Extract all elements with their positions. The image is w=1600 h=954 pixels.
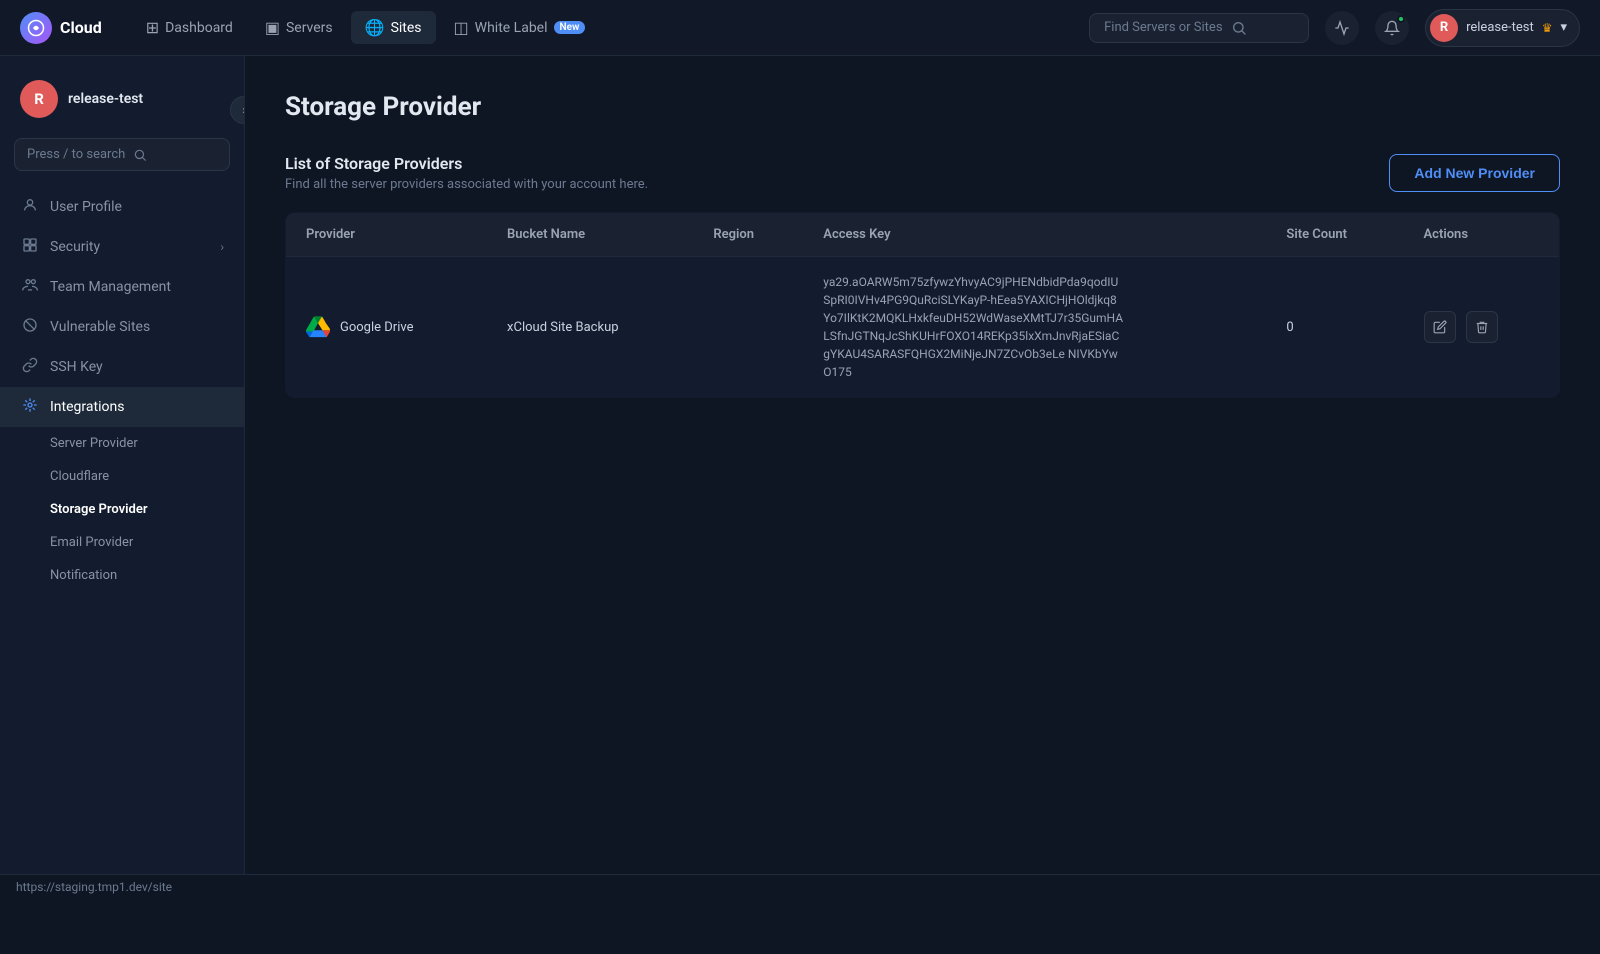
provider-header: List of Storage Providers Find all the s… <box>285 154 1560 192</box>
sidebar-item-user-profile[interactable]: User Profile <box>0 187 244 227</box>
crown-icon: ♛ <box>1542 21 1553 35</box>
sidebar-user: R release-test <box>0 72 244 138</box>
search-placeholder-text: Find Servers or Sites <box>1104 20 1222 35</box>
notification-dot <box>1397 15 1405 23</box>
nav-dashboard[interactable]: ⊞ Dashboard <box>132 11 247 44</box>
col-provider: Provider <box>286 213 488 257</box>
logo-text: Cloud <box>60 18 102 37</box>
col-actions: Actions <box>1404 213 1560 257</box>
add-provider-button[interactable]: Add New Provider <box>1389 154 1560 192</box>
chevron-right-icon: › <box>220 240 224 254</box>
section-title: List of Storage Providers <box>285 154 648 173</box>
table-row: Google Drive xCloud Site Backup ya29.aOA… <box>286 257 1560 398</box>
vulnerable-icon <box>20 317 40 337</box>
new-badge: New <box>554 21 586 34</box>
access-key-text: ya29.aOARW5m75zfywzYhvyAC9jPHENdbidPda9q… <box>823 273 1123 381</box>
sidebar-username: release-test <box>68 91 143 107</box>
nav-items: ⊞ Dashboard ▣ Servers 🌐 Sites ◫ White La… <box>132 11 1089 44</box>
action-buttons <box>1424 311 1540 343</box>
user-avatar: R <box>1430 14 1458 42</box>
sidebar-sub-menu: Server Provider Cloudflare Storage Provi… <box>0 427 244 592</box>
nav-servers[interactable]: ▣ Servers <box>251 11 347 44</box>
col-access-key: Access Key <box>803 213 1266 257</box>
search-icon <box>133 148 147 162</box>
user-dropdown-icon: ▾ <box>1560 20 1567 35</box>
provider-header-left: List of Storage Providers Find all the s… <box>285 154 648 192</box>
provider-cell: Google Drive <box>286 257 488 398</box>
user-name: release-test <box>1466 20 1534 35</box>
user-menu[interactable]: R release-test ♛ ▾ <box>1425 9 1580 47</box>
notifications-btn[interactable] <box>1375 11 1409 45</box>
bucket-name-cell: xCloud Site Backup <box>487 257 693 398</box>
trash-icon <box>1475 320 1489 334</box>
sidebar-item-integrations[interactable]: Integrations <box>0 387 244 427</box>
sidebar-subitem-notification[interactable]: Notification <box>50 559 244 592</box>
sidebar-avatar: R <box>20 80 58 118</box>
dashboard-icon: ⊞ <box>146 18 159 37</box>
activity-icon-btn[interactable] <box>1325 11 1359 45</box>
section-desc: Find all the server providers associated… <box>285 177 648 192</box>
sidebar-nav: User Profile Security › <box>0 187 244 882</box>
sidebar-subitem-cloudflare[interactable]: Cloudflare <box>50 460 244 493</box>
sidebar-label-vulnerable-sites: Vulnerable Sites <box>50 319 150 335</box>
user-profile-icon <box>20 197 40 217</box>
sidebar-search[interactable]: Press / to search <box>14 138 230 171</box>
sidebar-subitem-email-provider[interactable]: Email Provider <box>50 526 244 559</box>
actions-cell <box>1404 257 1560 398</box>
logo-icon <box>20 12 52 44</box>
col-site-count: Site Count <box>1266 213 1403 257</box>
global-search[interactable]: Find Servers or Sites <box>1089 13 1309 43</box>
delete-button[interactable] <box>1466 311 1498 343</box>
table-body: Google Drive xCloud Site Backup ya29.aOA… <box>286 257 1560 398</box>
sidebar-item-vulnerable-sites[interactable]: Vulnerable Sites <box>0 307 244 347</box>
sidebar-item-ssh-key[interactable]: SSH Key <box>0 347 244 387</box>
security-icon <box>20 237 40 257</box>
sites-icon: 🌐 <box>365 18 385 37</box>
page-title: Storage Provider <box>285 92 1560 122</box>
top-navigation: Cloud ⊞ Dashboard ▣ Servers 🌐 Sites ◫ Wh… <box>0 0 1600 56</box>
sidebar-label-security: Security <box>50 239 100 255</box>
col-bucket-name: Bucket Name <box>487 213 693 257</box>
team-icon <box>20 277 40 297</box>
search-icon <box>1231 20 1247 36</box>
ssh-icon <box>20 357 40 377</box>
sidebar-label-ssh-key: SSH Key <box>50 359 103 375</box>
col-region: Region <box>693 213 803 257</box>
integrations-icon <box>20 397 40 417</box>
nav-whitelabel[interactable]: ◫ White Label New <box>440 11 600 44</box>
status-bar: https://staging.tmp1.dev/site <box>0 874 1600 898</box>
sidebar-search-placeholder: Press / to search <box>27 147 125 162</box>
gdrive-icon <box>306 315 330 339</box>
nav-right: Find Servers or Sites R release-test ♛ ▾ <box>1089 9 1580 47</box>
sidebar-subitem-server-provider[interactable]: Server Provider <box>50 427 244 460</box>
provider-cell-content: Google Drive <box>306 315 467 339</box>
edit-button[interactable] <box>1424 311 1456 343</box>
status-url: https://staging.tmp1.dev/site <box>16 880 172 894</box>
sidebar-item-security[interactable]: Security › <box>0 227 244 267</box>
sidebar: › R release-test Press / to search User … <box>0 56 245 898</box>
sidebar-label-user-profile: User Profile <box>50 199 122 215</box>
sidebar-subitem-storage-provider[interactable]: Storage Provider <box>50 493 244 526</box>
table-header: Provider Bucket Name Region Access Key S… <box>286 213 1560 257</box>
nav-sites[interactable]: 🌐 Sites <box>351 11 436 44</box>
sidebar-label-integrations: Integrations <box>50 399 124 415</box>
activity-icon <box>1334 20 1350 36</box>
access-key-cell: ya29.aOARW5m75zfywzYhvyAC9jPHENdbidPda9q… <box>803 257 1266 398</box>
site-count-cell: 0 <box>1266 257 1403 398</box>
region-cell <box>693 257 803 398</box>
main-layout: › R release-test Press / to search User … <box>0 56 1600 898</box>
sidebar-item-team-management[interactable]: Team Management <box>0 267 244 307</box>
logo[interactable]: Cloud <box>20 12 102 44</box>
servers-icon: ▣ <box>265 18 280 37</box>
sidebar-label-team-management: Team Management <box>50 279 171 295</box>
provider-name: Google Drive <box>340 320 413 335</box>
provider-table: Provider Bucket Name Region Access Key S… <box>285 212 1560 398</box>
main-content: Storage Provider List of Storage Provide… <box>245 56 1600 898</box>
edit-icon <box>1433 320 1447 334</box>
whitelabel-icon: ◫ <box>454 18 469 37</box>
